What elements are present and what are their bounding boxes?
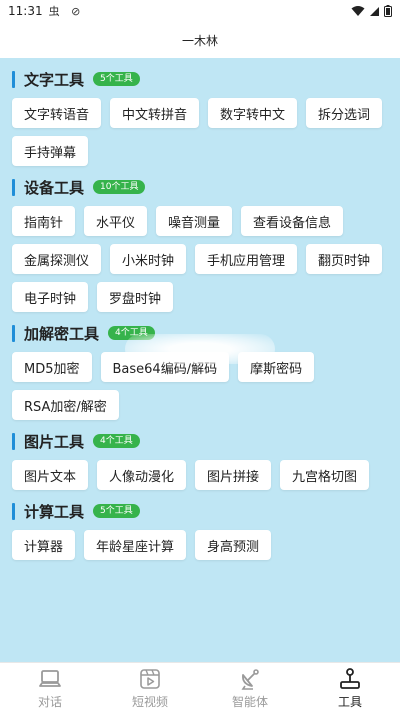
section-title: 图片工具 xyxy=(24,432,85,451)
section-accent-bar xyxy=(12,324,15,342)
status-left-icons: 虫 ⊘ xyxy=(48,5,85,18)
tool-list: 指南针 水平仪 噪音测量 查看设备信息金属探测仪 小米时钟 手机应用管理 翻页时钟电子时钟罗… xyxy=(12,206,388,312)
nav-item-short-video[interactable]: 短视频 xyxy=(100,663,200,713)
section-accent-bar xyxy=(12,70,15,88)
section-header: 计算工具 5个工具 xyxy=(12,500,388,522)
nav-label: 短视频 xyxy=(131,694,168,709)
tool-chip[interactable]: MD5加密 xyxy=(12,352,92,382)
tools-icon xyxy=(340,667,360,689)
tool-section: 图片工具 4个工具 图片文本 人像动漫化 图片拼接 九宫格切图 xyxy=(12,430,388,490)
nav-label: 对话 xyxy=(37,694,62,709)
tool-chip[interactable]: 手持弹幕 xyxy=(12,136,89,166)
tool-chip[interactable]: 指南针 xyxy=(12,206,76,236)
tool-count-badge: 10个工具 xyxy=(93,180,146,194)
wifi-icon xyxy=(351,6,365,16)
tool-count-badge: 5个工具 xyxy=(93,504,140,518)
tool-chip[interactable]: 图片文本 xyxy=(12,460,89,490)
section-accent-bar xyxy=(12,432,15,450)
nav-item-tools[interactable]: 工具 xyxy=(300,663,400,713)
nav-item-chat[interactable]: 对话 xyxy=(0,663,100,713)
bottom-nav: 对话 短视频 智能体 工具 xyxy=(0,662,400,713)
tool-chip[interactable]: 噪音测量 xyxy=(156,206,233,236)
tool-chip[interactable]: 电子时钟 xyxy=(12,282,89,312)
tool-chip[interactable]: 金属探测仪 xyxy=(12,244,102,274)
nav-label: 工具 xyxy=(337,694,362,709)
tool-chip[interactable]: 手机应用管理 xyxy=(195,244,298,274)
section-header: 设备工具 10个工具 xyxy=(12,176,388,198)
satellite-dish-icon xyxy=(241,668,259,690)
tool-chip[interactable]: 拆分选词 xyxy=(306,98,383,128)
tool-chip[interactable]: 水平仪 xyxy=(84,206,148,236)
tool-section: 计算工具 5个工具计算器 年龄星座计算 身高预测 xyxy=(12,500,388,560)
status-right-icons xyxy=(351,5,392,17)
section-accent-bar xyxy=(12,178,15,196)
video-icon xyxy=(140,668,160,689)
section-accent-bar xyxy=(12,502,15,520)
tool-count-badge: 4个工具 xyxy=(93,434,140,448)
tool-chip[interactable]: 人像动漫化 xyxy=(97,460,187,490)
status-bar: 11:31 虫 ⊘ xyxy=(0,0,400,22)
section-header: 图片工具 4个工具 xyxy=(12,430,388,452)
section-title: 文字工具 xyxy=(24,70,85,89)
tool-chip[interactable]: 年龄星座计算 xyxy=(84,530,187,560)
nav-label: 智能体 xyxy=(231,694,268,709)
tool-chip[interactable]: RSA加密/解密 xyxy=(12,390,119,420)
tool-chip[interactable]: 中文转拼音 xyxy=(110,98,200,128)
section-title: 设备工具 xyxy=(24,178,85,197)
status-time: 11:31 xyxy=(8,4,43,18)
tool-section: 文字工具 5个工具文字转语音 中文转拼音 数字转中文 拆分选词手持弹幕 xyxy=(12,68,388,166)
tool-chip[interactable]: 数字转中文 xyxy=(208,98,298,128)
tool-section: 设备工具 10个工具指南针 水平仪 噪音测量 查看设备信息金属探测仪 小米时钟 手机应用管理… xyxy=(12,176,388,312)
section-title: 计算工具 xyxy=(24,502,85,521)
tool-chip[interactable]: 图片拼接 xyxy=(195,460,272,490)
signal-icon xyxy=(370,6,379,16)
tool-chip[interactable]: 计算器 xyxy=(12,530,76,560)
tool-count-badge: 5个工具 xyxy=(93,72,140,86)
app-header: 一木林 xyxy=(0,22,400,58)
toast-overlay xyxy=(125,334,275,364)
tool-chip[interactable]: 翻页时钟 xyxy=(306,244,383,274)
section-header: 文字工具 5个工具 xyxy=(12,68,388,90)
tool-chip[interactable]: 小米时钟 xyxy=(110,244,187,274)
tool-list: 文字转语音 中文转拼音 数字转中文 拆分选词手持弹幕 xyxy=(12,98,388,166)
tool-chip[interactable]: 文字转语音 xyxy=(12,98,102,128)
nav-item-agent[interactable]: 智能体 xyxy=(200,663,300,713)
laptop-icon xyxy=(39,669,61,687)
tool-list: 图片文本 人像动漫化 图片拼接 九宫格切图 xyxy=(12,460,388,490)
tool-chip[interactable]: 罗盘时钟 xyxy=(97,282,174,312)
tool-chip[interactable]: 查看设备信息 xyxy=(241,206,344,236)
battery-icon xyxy=(384,5,392,17)
tool-chip[interactable]: 九宫格切图 xyxy=(280,460,370,490)
tool-list: 计算器 年龄星座计算 身高预测 xyxy=(12,530,388,560)
page-title: 一木林 xyxy=(181,33,218,48)
tool-chip[interactable]: 身高预测 xyxy=(195,530,272,560)
section-title: 加解密工具 xyxy=(24,324,100,343)
